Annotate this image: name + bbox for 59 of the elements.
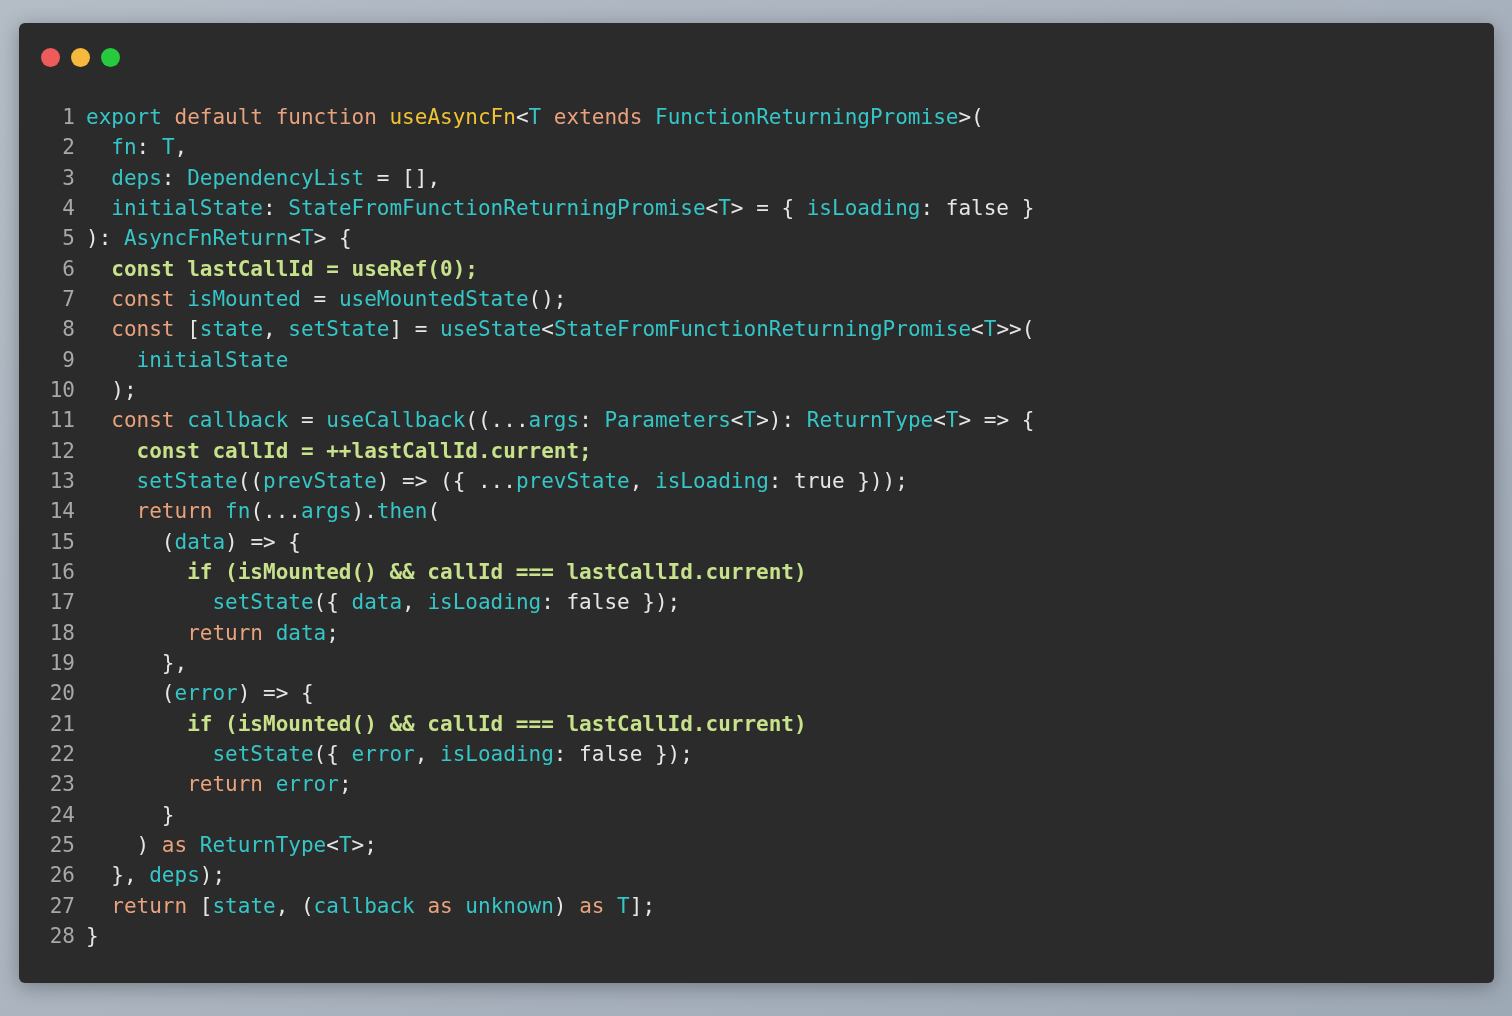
code-line: fn: T, — [110, 134, 188, 162]
code-line: setState((prevState) => ({ ...prevState, isLoading: true })); — [135, 467, 908, 495]
code-line: if (isMounted() && callId === lastCallId.current) — [186, 558, 807, 586]
line-number: 26 — [48, 862, 75, 890]
code-line: setState({ data, isLoading: false }); — [211, 589, 681, 617]
line-number: 24 — [48, 801, 75, 829]
code-line: setState({ error, isLoading: false }); — [211, 740, 693, 768]
line-number: 9 — [61, 346, 75, 374]
zoom-button[interactable] — [101, 48, 120, 67]
line-number: 23 — [48, 771, 75, 799]
code-line: const isMounted = useMountedState(); — [110, 285, 567, 313]
line-number: 16 — [48, 558, 75, 586]
code-line: return error; — [186, 771, 352, 799]
line-number: 27 — [48, 892, 75, 920]
code-line: ) as ReturnType<T>; — [135, 831, 377, 859]
code-line: }, — [160, 649, 188, 677]
code-line: const [state, setState] = useState<StateFromFunctionReturningPromise<T>>( — [110, 316, 1035, 344]
line-number: 20 — [48, 680, 75, 708]
line-number: 15 — [48, 528, 75, 556]
close-button[interactable] — [41, 48, 60, 67]
line-number: 2 — [61, 134, 75, 162]
line-number: 22 — [48, 740, 75, 768]
line-number: 3 — [61, 164, 75, 192]
code-line: export default function useAsyncFn<T extends FunctionReturningPromise>( — [86, 104, 984, 131]
line-number: 6 — [61, 255, 75, 283]
code-line: } — [86, 922, 99, 950]
code-line: if (isMounted() && callId === lastCallId.current) — [186, 710, 807, 738]
line-number: 21 — [48, 710, 75, 738]
code-line: const lastCallId = useRef(0); — [110, 255, 478, 283]
line-number: 14 — [48, 498, 75, 526]
line-number: 18 — [48, 619, 75, 647]
line-number: 1 — [61, 104, 75, 131]
line-number: 10 — [48, 376, 75, 404]
code-line: (error) => { — [160, 680, 314, 708]
line-number: 8 — [61, 316, 75, 344]
line-number: 7 — [61, 285, 75, 313]
code-line: initialState — [135, 346, 289, 374]
code-line: initialState: StateFromFunctionReturningPromise<T> = { isLoading: false } — [110, 195, 1035, 222]
code-line: (data) => { — [160, 528, 301, 556]
code-line: }, deps); — [110, 862, 226, 890]
line-number: 12 — [48, 437, 75, 465]
line-number: 25 — [48, 831, 75, 859]
line-number: 13 — [48, 467, 75, 495]
line-number: 28 — [48, 922, 75, 950]
code-line: const callback = useCallback((...args: Parameters<T>): ReturnType<T> => { — [110, 407, 1035, 435]
line-number: 19 — [48, 649, 75, 677]
code-line: ): AsyncFnReturn<T> { — [86, 225, 352, 253]
code-line: } — [160, 801, 175, 829]
line-number: 11 — [48, 407, 75, 435]
code-line: deps: DependencyList = [], — [110, 164, 441, 192]
line-number: 4 — [61, 195, 75, 222]
code-line: return [state, (callback as unknown) as T]; — [110, 892, 656, 920]
code-line: ); — [110, 376, 137, 404]
code-line: const callId = ++lastCallId.current; — [135, 437, 592, 465]
minimize-button[interactable] — [71, 48, 90, 67]
code-line: return data; — [186, 619, 339, 647]
code-line: return fn(...args).then( — [135, 498, 441, 526]
line-number: 17 — [48, 589, 75, 617]
line-number: 5 — [61, 225, 75, 253]
